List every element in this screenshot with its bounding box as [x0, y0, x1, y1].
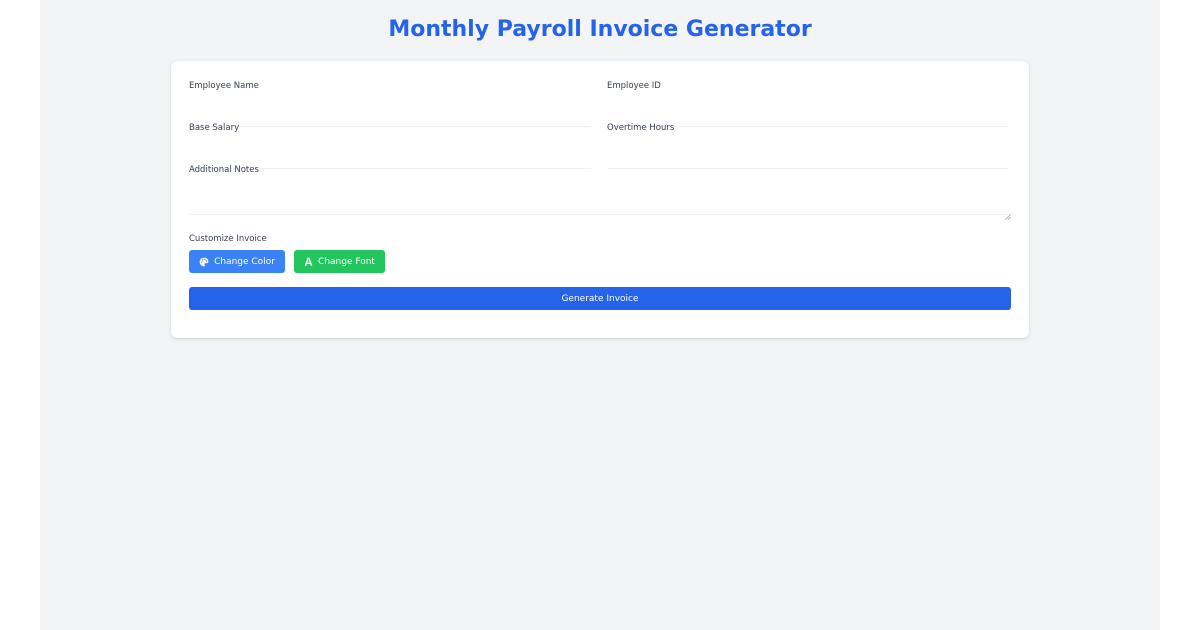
overtime-hours-label: Overtime Hours	[607, 123, 675, 133]
generate-invoice-button[interactable]: Generate Invoice	[189, 287, 1011, 310]
employee-name-group: Employee Name	[189, 80, 591, 127]
page-title: Monthly Payroll Invoice Generator	[388, 17, 812, 42]
employee-id-group: Employee ID	[607, 80, 1009, 127]
additional-notes-textarea[interactable]	[189, 182, 1011, 215]
customize-invoice-label: Customize Invoice	[189, 234, 267, 244]
font-icon	[304, 257, 313, 266]
resize-handle-icon[interactable]	[1005, 214, 1011, 220]
change-font-label: Change Font	[318, 256, 375, 267]
palette-icon	[199, 257, 209, 266]
employee-id-label: Employee ID	[607, 81, 661, 91]
overtime-hours-group: Overtime Hours	[607, 122, 1009, 169]
invoice-form-card: Employee Name Employee ID Base Salary Ov…	[171, 61, 1029, 338]
change-font-button[interactable]: Change Font	[294, 250, 385, 273]
change-color-button[interactable]: Change Color	[189, 250, 285, 273]
employee-name-label: Employee Name	[189, 81, 259, 91]
additional-notes-label: Additional Notes	[189, 165, 259, 175]
page-background: Monthly Payroll Invoice Generator Employ…	[40, 0, 1160, 630]
additional-notes-group: Additional Notes	[189, 164, 1011, 220]
base-salary-group: Base Salary	[189, 122, 591, 169]
change-color-label: Change Color	[214, 256, 275, 267]
base-salary-label: Base Salary	[189, 123, 240, 133]
